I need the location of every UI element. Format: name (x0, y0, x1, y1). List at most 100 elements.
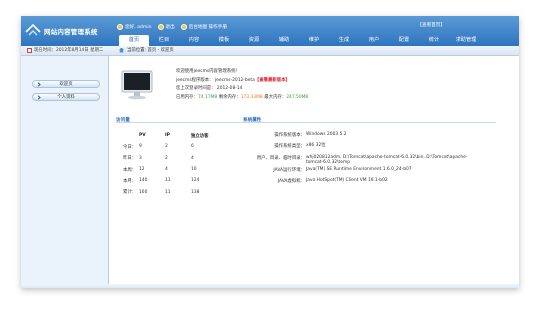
tab-assist[interactable]: 辅助 (269, 35, 299, 46)
tab-channel[interactable]: 栏目 (149, 35, 179, 46)
table-header-row: PV IP 独立访客 (123, 130, 221, 141)
table-cell: 11 (165, 178, 171, 184)
property-label: 操作系统类型： (274, 144, 305, 150)
table-cell: 4 (165, 167, 168, 173)
top-header: 网站内容管理系统 您好, admin 退出 后台地图 操作手册 【查看首页】 首… (21, 16, 519, 46)
tab-stats[interactable]: 统计 (419, 35, 449, 46)
version-line: jeecms程序版本： jeecms-2012-beta【查看最新版本】 (176, 77, 308, 86)
view-homepage-link[interactable]: 【查看首页】 (417, 22, 445, 28)
table-cell: 160 (139, 189, 148, 195)
map-icon (180, 24, 187, 30)
property-value: x86 32位 (306, 143, 326, 149)
table-cell: 昨日： (123, 156, 137, 162)
current-date-text: 现在时间：2012年8月14日 星期二 (34, 48, 104, 53)
breadcrumb: 当前位置: 首页 - 欢迎页 (119, 47, 174, 53)
footer-bar (21, 284, 519, 288)
table-cell: 4 (191, 155, 194, 161)
check-update-link[interactable]: 【查看最新版本】 (255, 78, 290, 83)
site-map-text: 后台地图 操作手册 (188, 25, 227, 30)
property-value: Java(TM) SE Runtime Environment 1.6.0_24… (306, 167, 412, 172)
table-cell: 140 (139, 178, 148, 184)
logout-icon (157, 24, 164, 30)
memory-line: 已用内存：74.17MB 剩余内存：173.33MB 最大内存：247.50MB (176, 94, 308, 103)
sidebar-item-label: 欢迎页 (59, 82, 73, 87)
system-properties: 操作系统版本： Windows 2003 5.2 操作系统类型： x86 32位… (240, 130, 476, 188)
top-links: 您好, admin 退出 后台地图 操作手册 (117, 22, 227, 32)
section-divider (116, 122, 496, 123)
tab-home[interactable]: 首页 (119, 35, 149, 46)
tab-content[interactable]: 内容 (179, 35, 209, 46)
mem-free-label: 剩余内存： (218, 94, 241, 100)
logout-text: 退出 (165, 25, 175, 30)
welcome-panel: 欢迎使用jeecms内容管理系统! jeecms程序版本： jeecms-201… (176, 68, 308, 102)
table-cell: 9 (139, 144, 142, 150)
table-cell: 累计： (123, 190, 137, 196)
table-cell: 2 (165, 155, 168, 161)
table-header-cell: 独立访客 (191, 133, 209, 139)
tab-maintain[interactable]: 维护 (299, 35, 329, 46)
sidebar: 欢迎页 个人资料 (21, 56, 109, 288)
table-row: 本周： 12 4 10 (123, 164, 221, 175)
table-header-cell: PV (139, 133, 146, 139)
user-greeting-link[interactable]: 您好, admin (117, 24, 152, 30)
table-cell: 3 (139, 155, 142, 161)
property-row: JAVA运行环境： Java(TM) SE Runtime Environmen… (240, 165, 476, 176)
breadcrumb-text: 当前位置: 首页 - 欢迎页 (127, 48, 174, 53)
table-row: 本月： 140 11 124 (123, 175, 221, 186)
table-header-cell: IP (165, 133, 170, 139)
main-content: 欢迎使用jeecms内容管理系统! jeecms程序版本： jeecms-201… (110, 56, 519, 288)
main-nav: 首页 栏目 内容 模板 资源 辅助 维护 生成 用户 配置 统计 求助管理 (119, 35, 483, 46)
table-row: 累计： 160 11 138 (123, 186, 221, 197)
table-cell: 今日： (123, 144, 137, 150)
mem-used-label: 已用内存： (176, 94, 198, 100)
property-row: 操作系统类型： x86 32位 (240, 141, 476, 152)
site-map-link[interactable]: 后台地图 操作手册 (180, 24, 227, 30)
visits-table: PV IP 独立访客 今日： 9 2 6 昨日： 3 2 4 本周： 12 4 … (123, 130, 221, 198)
table-row: 今日： 9 2 6 (123, 141, 221, 152)
sidebar-item-profile[interactable]: 个人资料 (32, 93, 100, 101)
chevron-icon (36, 82, 41, 87)
property-label: 操作系统版本： (274, 133, 305, 138)
property-value: whj020812adm, D:\Tomcat\apache-tomcat-6.… (306, 154, 468, 165)
logo-icon (25, 23, 41, 36)
property-row: 用户、目录、临时目录： whj020812adm, D:\Tomcat\apac… (240, 153, 476, 165)
property-row: 操作系统版本： Windows 2003 5.2 (240, 130, 476, 141)
sub-bar: 现在时间：2012年8月14日 星期二 当前位置: 首页 - 欢迎页 (21, 46, 519, 56)
table-cell: 12 (139, 167, 145, 173)
property-value: Java HotSpot(TM) Client VM 19.1-b02 (306, 178, 388, 184)
version-text: jeecms程序版本： jeecms-2012-beta (176, 77, 255, 83)
mem-max-label: 最大内存： (264, 94, 287, 100)
sidebar-item-welcome[interactable]: 欢迎页 (32, 80, 100, 88)
tab-config[interactable]: 配置 (389, 35, 419, 46)
property-value: Windows 2003 5.2 (306, 132, 347, 137)
app-window: 网站内容管理系统 您好, admin 退出 后台地图 操作手册 【查看首页】 首… (21, 16, 519, 288)
last-login-line: 您上次登录时间是： 2012-08-14 (176, 86, 243, 91)
user-icon (117, 24, 123, 30)
table-cell: 2 (165, 144, 168, 150)
tab-help[interactable]: 求助管理 (449, 35, 483, 46)
chevron-icon (36, 95, 41, 100)
table-cell: 10 (191, 167, 197, 173)
tab-template[interactable]: 模板 (209, 35, 239, 46)
table-cell: 138 (191, 189, 200, 195)
current-date: 现在时间：2012年8月14日 星期二 (27, 47, 103, 53)
table-cell: 124 (191, 178, 200, 184)
mem-free-value: 173.33MB (240, 94, 263, 100)
monitor-icon (121, 70, 153, 100)
table-cell: 本周： (123, 167, 137, 173)
property-label: JAVA虚拟机： (277, 179, 305, 185)
table-cell: 本月： (123, 178, 137, 184)
welcome-line: 欢迎使用jeecms内容管理系统! (176, 69, 238, 74)
tab-resource[interactable]: 资源 (239, 35, 269, 46)
mem-used-value: 74.17MB (197, 94, 218, 100)
property-row: JAVA虚拟机： Java HotSpot(TM) Client VM 19.1… (240, 176, 476, 187)
logo: 网站内容管理系统 (25, 21, 109, 41)
sidebar-item-label: 个人资料 (57, 95, 75, 100)
user-greeting-text: 您好, admin (125, 25, 152, 30)
property-label: JAVA运行环境： (273, 168, 305, 173)
tab-user[interactable]: 用户 (359, 35, 389, 46)
tab-generate[interactable]: 生成 (329, 35, 359, 46)
home-icon (119, 47, 124, 53)
logout-link[interactable]: 退出 (157, 24, 175, 30)
table-row: 昨日： 3 2 4 (123, 153, 221, 164)
